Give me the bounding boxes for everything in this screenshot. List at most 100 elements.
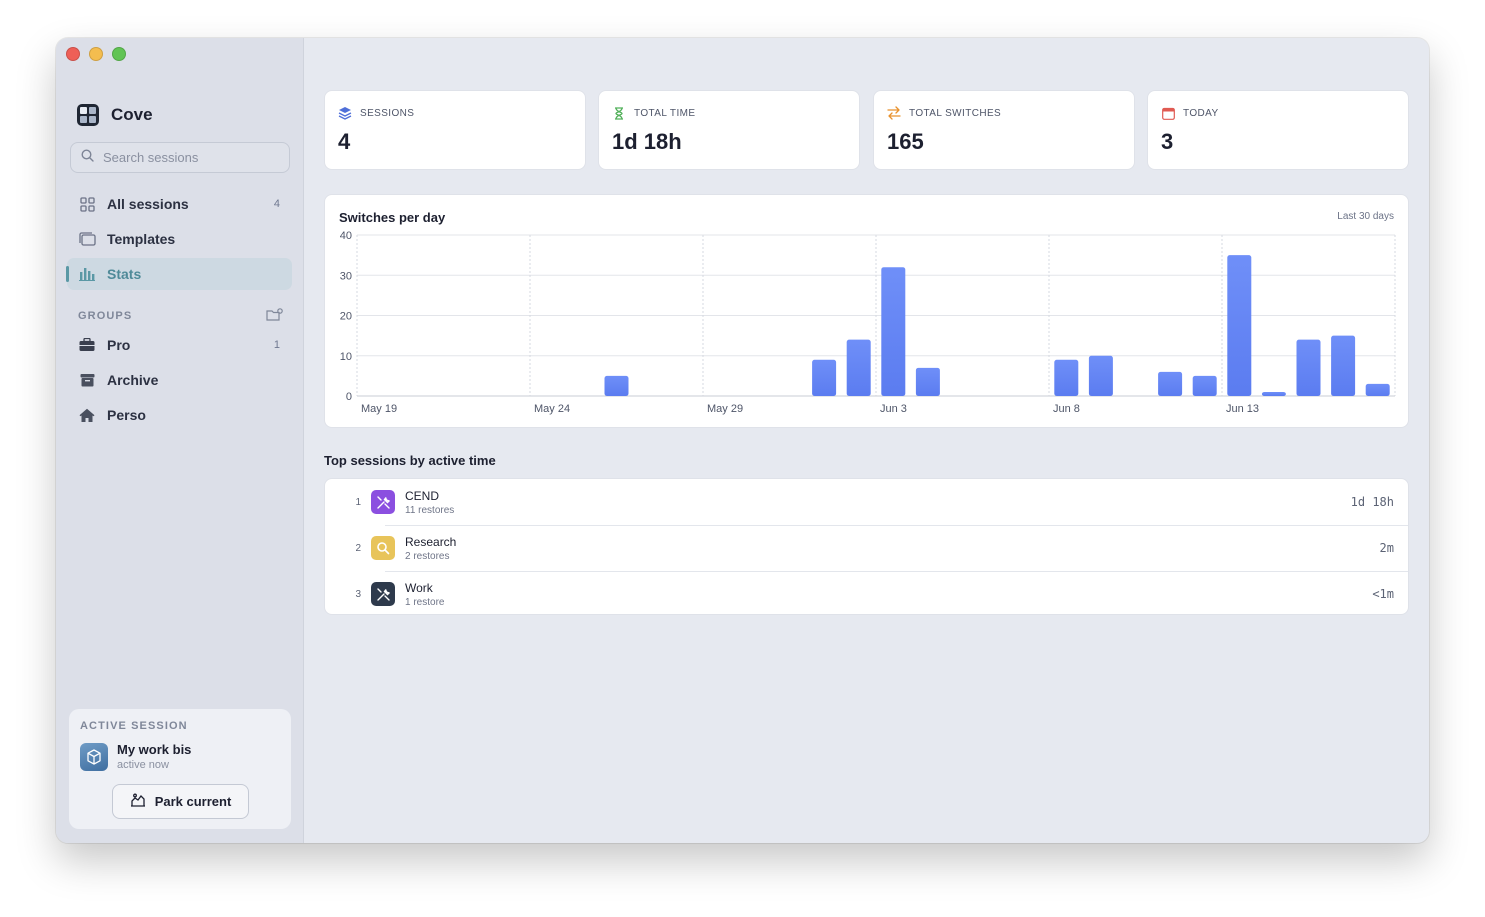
x-tick-label: Jun 8 [1053, 403, 1080, 415]
chart-bar [812, 359, 837, 396]
stat-value: 165 [887, 129, 924, 154]
stat-label: TODAY [1183, 107, 1219, 119]
x-tick-label: May 29 [707, 403, 743, 415]
archive-box-icon [78, 371, 96, 389]
chart-bar [1331, 335, 1356, 396]
groups-heading: GROUPS [78, 310, 133, 322]
stat-card-total-switches: TOTAL SWITCHES 165 [873, 90, 1135, 170]
tools-icon [371, 490, 395, 514]
session-rank: 2 [355, 542, 361, 554]
session-rank: 1 [355, 496, 361, 508]
sidebar-item-perso[interactable]: Perso [67, 399, 292, 431]
chart-bar [1227, 255, 1252, 396]
park-current-button[interactable]: Park current [112, 784, 249, 819]
session-restores: 1 restore [405, 596, 445, 608]
stats-main: SESSIONS 4 TOTAL TIME 1d 18h TOTAL SWITC… [304, 38, 1429, 843]
top-session-row[interactable]: 3 Work 1 restore <1m [325, 571, 1408, 614]
active-session-status: active now [117, 759, 169, 771]
groups-list: Pro 1 Archive Perso [67, 329, 292, 434]
stat-card-today: TODAY 3 [1147, 90, 1409, 170]
chart-bar [1365, 383, 1390, 396]
y-tick-label: 40 [340, 230, 352, 242]
y-tick-label: 10 [340, 351, 352, 363]
app-window: Cove All sessions 4 Templates [56, 38, 1429, 843]
y-tick-label: 0 [346, 391, 352, 403]
search-box[interactable] [70, 142, 290, 173]
sidebar-item-label: Stats [107, 266, 142, 282]
calendar-icon [1161, 106, 1175, 120]
search-icon [81, 148, 94, 167]
bar-chart-icon [78, 265, 96, 283]
chart-bar [881, 267, 906, 396]
park-current-label: Park current [154, 794, 232, 809]
stat-value: 1d 18h [612, 129, 682, 154]
groups-header: GROUPS [78, 308, 283, 324]
stat-label: SESSIONS [360, 107, 415, 119]
sidebar-item-label: Archive [107, 372, 159, 388]
session-name: Work [405, 580, 433, 595]
grid-icon [78, 195, 96, 213]
active-session-row: My work bis active now [80, 742, 280, 771]
y-tick-label: 20 [340, 311, 352, 323]
session-active-time: 1d 18h [1350, 495, 1394, 509]
x-tick-label: May 24 [534, 403, 570, 415]
app-brand: Cove [77, 104, 153, 126]
session-active-time: <1m [1372, 587, 1394, 601]
switch-arrows-icon [887, 106, 901, 120]
chart-bar [1088, 355, 1113, 396]
minimize-window-button[interactable] [89, 47, 103, 61]
chart-bar [1296, 339, 1321, 396]
sidebar-item-label: All sessions [107, 196, 189, 212]
y-tick-label: 30 [340, 270, 352, 282]
search-input[interactable] [103, 150, 283, 165]
sidebar-item-archive[interactable]: Archive [67, 364, 292, 396]
sidebar-nav: All sessions 4 Templates Stats [66, 188, 292, 293]
active-session-label: ACTIVE SESSION [80, 720, 188, 732]
sidebar-item-count: 4 [273, 198, 280, 210]
chart-bar [846, 339, 871, 396]
app-logo-icon [77, 104, 99, 126]
sidebar-item-count: 1 [273, 339, 280, 351]
magnifier-icon [371, 536, 395, 560]
stat-value: 4 [338, 129, 351, 154]
top-session-row[interactable]: 2 Research 2 restores 2m [325, 525, 1408, 571]
top-sessions-title: Top sessions by active time [324, 453, 496, 468]
sidebar-item-label: Templates [107, 231, 176, 247]
switches-bar-chart: 0 10 20 30 40 May 19 May 24 May 29 Jun 3 Jun 8 Jun… [340, 230, 1396, 415]
x-tick-label: Jun 3 [880, 403, 907, 415]
x-tick-label: May 19 [361, 403, 397, 415]
session-restores: 11 restores [405, 504, 455, 516]
chart-bar [915, 367, 940, 396]
zoom-window-button[interactable] [112, 47, 126, 61]
top-sessions-list: 1 CEND 11 restores 1d 18h 2 Research 2 r… [324, 478, 1409, 615]
sidebar-item-label: Pro [107, 337, 131, 353]
new-group-icon[interactable] [266, 308, 283, 324]
sidebar-item-label: Perso [107, 407, 146, 423]
stat-card-total-time: TOTAL TIME 1d 18h [598, 90, 860, 170]
chart-bar [1192, 375, 1217, 396]
app-name: Cove [111, 105, 153, 124]
sidebar-item-pro[interactable]: Pro 1 [67, 329, 292, 361]
chart-bar [1158, 371, 1183, 396]
layers-icon [338, 106, 352, 120]
session-active-time: 2m [1379, 541, 1394, 555]
cube-icon [80, 742, 108, 771]
stat-label: TOTAL SWITCHES [909, 107, 1002, 119]
x-tick-label: Jun 13 [1226, 403, 1259, 415]
session-restores: 2 restores [405, 550, 450, 562]
chart-bar [1054, 359, 1079, 396]
sidebar: Cove All sessions 4 Templates [56, 38, 304, 843]
switches-chart-card: Switches per day Last 30 days 0 10 20 30 40 M… [324, 194, 1409, 428]
session-rank: 3 [355, 588, 361, 600]
stat-value: 3 [1161, 129, 1174, 154]
sidebar-item-templates[interactable]: Templates [67, 223, 292, 255]
sidebar-item-all-sessions[interactable]: All sessions 4 [67, 188, 292, 220]
chart-bar [604, 375, 629, 396]
sidebar-item-stats[interactable]: Stats [66, 258, 292, 290]
session-name: Research [405, 534, 457, 549]
top-session-row[interactable]: 1 CEND 11 restores 1d 18h [325, 479, 1408, 525]
stat-label: TOTAL TIME [634, 107, 696, 119]
close-window-button[interactable] [66, 47, 80, 61]
briefcase-icon [78, 336, 96, 354]
active-session-card: ACTIVE SESSION My work bis active now Pa… [69, 709, 291, 829]
